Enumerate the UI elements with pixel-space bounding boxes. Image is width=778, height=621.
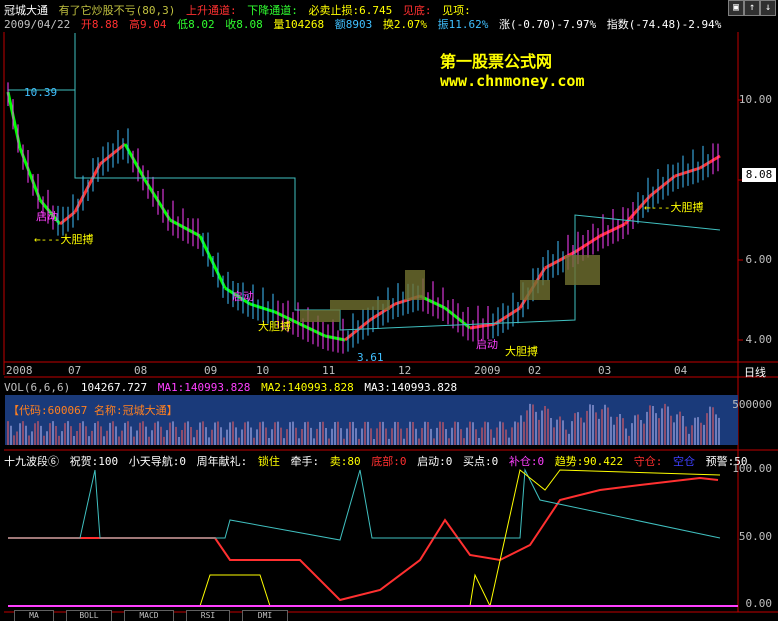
zone-box [565, 255, 600, 285]
indicator-main-line [8, 476, 719, 602]
ind-axis-0: 0.00 [745, 597, 773, 610]
volume-ma2: MA2:140993.828 [261, 381, 354, 394]
quote-high: 高9.04 [128, 18, 167, 31]
chart-canvas[interactable] [0, 0, 778, 621]
x-label-02: 02 [528, 364, 542, 377]
ind-item-3: 锁住 [257, 455, 280, 468]
ind-item-8: 买点:0 [463, 455, 499, 468]
current-price-tag: 8.08 [742, 168, 776, 182]
ind-item-7: 启动:0 [417, 455, 453, 468]
scroll-down-button[interactable]: ↓ [760, 0, 776, 16]
quote-date: 2009/04/22 [4, 18, 71, 31]
annotation-start-2: 启动 [232, 290, 254, 303]
annotation-bold-4-text: 大胆搏 [670, 201, 704, 214]
tab-ma[interactable]: MA [14, 610, 54, 621]
period-label[interactable]: 日线 [744, 364, 766, 380]
ind-item-10: 趋势:90.422 [554, 455, 624, 468]
annotation-bold-3: 大胆搏 [505, 345, 538, 358]
x-label-2009: 2009 [474, 364, 501, 377]
stock-info: 【代码:600067 名称:冠城大通】 [8, 404, 178, 417]
indicator-name: 十九波段⑥ [4, 455, 59, 468]
ind-item-12: 空仓 [672, 455, 695, 468]
volume-ma1: MA1:140993.828 [157, 381, 251, 394]
channel-line [8, 33, 721, 331]
annotation-start-1: 启动 [36, 210, 58, 223]
x-label-04: 04 [674, 364, 688, 377]
volume-value: 104267.727 [80, 381, 148, 394]
annotation-bold-4: ←---大胆搏 [644, 201, 704, 214]
ind-item-4: 牵手: [290, 455, 320, 468]
zone-box [300, 310, 340, 322]
x-label-09: 09 [204, 364, 218, 377]
scroll-up-button[interactable]: ↑ [744, 0, 760, 16]
volume-header: VOL(6,6,6) 104267.727 MA1:140993.828 MA2… [4, 381, 461, 394]
indicator-cyan-line [8, 468, 721, 541]
ind-item-9: 补仓:0 [508, 455, 545, 468]
annotation-start-3: 启动 [476, 338, 498, 351]
x-label-11: 11 [322, 364, 336, 377]
window-layout-button[interactable]: ▣ [728, 0, 744, 16]
quote-turnover: 换2.07% [382, 18, 427, 31]
volume-ma3: MA3:140993.828 [364, 381, 458, 394]
quote-volume: 量104268 [273, 18, 325, 31]
high-mark: 10.39 [24, 86, 58, 99]
ind-axis-100: 100.00 [732, 462, 772, 475]
x-label-07: 07 [68, 364, 82, 377]
watermark-title: 第一股票公式网 [440, 52, 553, 71]
price-label-4: 4.00 [745, 333, 773, 346]
indicator-header: 十九波段⑥ 祝贺:100 小天导航:0 周年献礼: 锁住 牵手: 卖:80 底部… [4, 453, 751, 469]
quote-open: 开8.88 [80, 18, 119, 31]
ind-axis-50: 50.00 [738, 530, 772, 543]
x-label-2008: 2008 [6, 364, 33, 377]
price-label-10: 10.00 [738, 93, 772, 106]
tab-macd[interactable]: MACD [124, 610, 174, 621]
ind-item-2: 周年献礼: [196, 455, 248, 468]
tab-boll[interactable]: BOLL [66, 610, 112, 621]
quote-close: 收8.08 [225, 18, 263, 31]
annotation-bold-2: 大胆搏 [258, 320, 291, 333]
zone-box [330, 300, 390, 310]
annotation-bold-1: ←---大胆搏 [34, 233, 94, 246]
volume-axis-label: 500000 [732, 398, 772, 411]
quote-amplitude: 振11.62% [437, 18, 489, 31]
quote-line: 2009/04/22 开8.88 高9.04 低8.02 收8.08 量1042… [4, 16, 725, 32]
watermark-url: www.chnmoney.com [440, 72, 585, 90]
tab-dmi[interactable]: DMI [242, 610, 288, 621]
quote-amount: 额8903 [334, 18, 373, 31]
ind-item-0: 祝贺:100 [69, 455, 119, 468]
price-label-6: 6.00 [745, 253, 773, 266]
x-label-10: 10 [256, 364, 270, 377]
quote-index: 指数(-74.48)-2.94% [606, 18, 722, 31]
ind-item-5: 卖:80 [329, 455, 361, 468]
zone-box [520, 280, 550, 300]
tab-rsi[interactable]: RSI [186, 610, 230, 621]
x-label-03: 03 [598, 364, 612, 377]
ind-item-1: 小天导航:0 [128, 455, 186, 468]
annotation-bold-1-text: 大胆搏 [60, 233, 94, 246]
low-mark: 3.61 [357, 351, 384, 364]
trend-line-segment [169, 218, 201, 238]
zone-box [405, 270, 425, 300]
quote-change: 涨(-0.70)-7.97% [498, 18, 597, 31]
ind-item-11: 守仓: [633, 455, 663, 468]
x-label-08: 08 [134, 364, 148, 377]
ind-item-6: 底部:0 [371, 455, 407, 468]
volume-label: VOL(6,6,6) [4, 381, 71, 394]
quote-low: 低8.02 [177, 18, 215, 31]
x-label-12: 12 [398, 364, 412, 377]
